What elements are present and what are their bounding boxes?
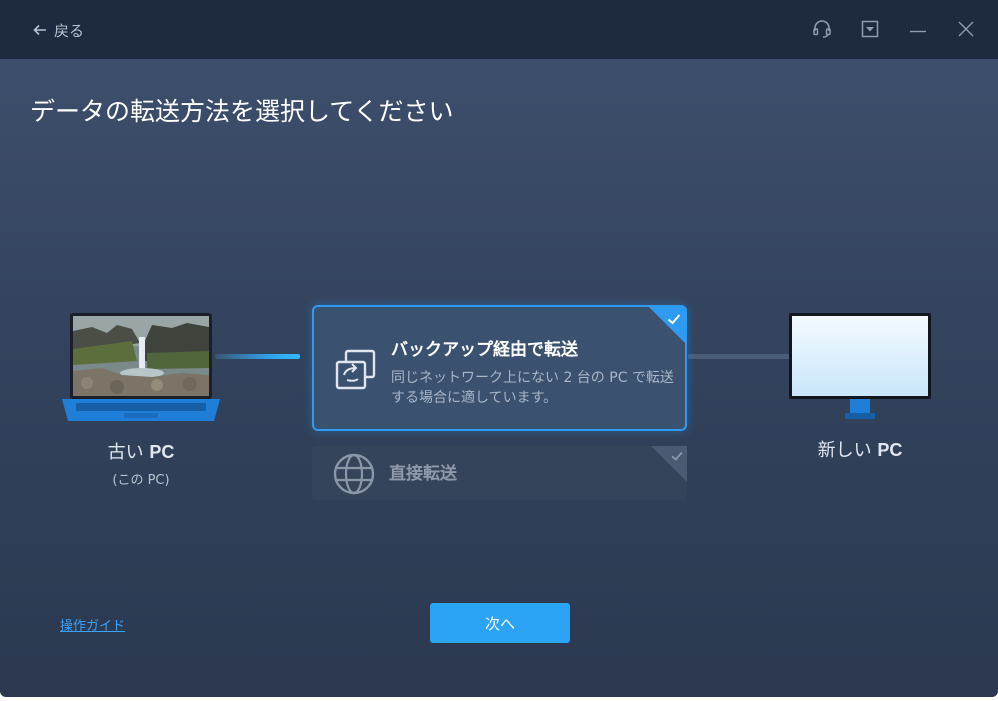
old-pc-sub: (この PC): [112, 473, 170, 488]
monitor-icon: [789, 313, 931, 419]
close-icon[interactable]: [955, 18, 977, 40]
dropdown-box-icon[interactable]: [859, 18, 881, 40]
back-label: 戻る: [54, 21, 85, 40]
title-bar: 戻る: [0, 0, 998, 59]
next-button[interactable]: 次へ: [430, 603, 570, 643]
minimize-icon[interactable]: [907, 18, 929, 40]
new-pc-label-prefix: 新しい: [817, 440, 872, 461]
laptop-icon: [62, 313, 220, 421]
old-pc-label-prefix: 古い: [107, 442, 144, 463]
back-button[interactable]: 戻る: [32, 19, 84, 41]
new-pc-label: 新しい PC: [789, 436, 931, 462]
option-backup-transfer[interactable]: バックアップ経由で転送 同じネットワーク上にない 2 台の PC で転送する場合…: [312, 305, 687, 431]
user-guide-link[interactable]: 操作ガイド: [60, 615, 125, 634]
option-direct-transfer[interactable]: 直接転送: [312, 446, 687, 500]
arrow-left-icon: [33, 24, 46, 36]
option-backup-desc: 同じネットワーク上にない 2 台の PC で転送する場合に適しています。: [391, 370, 674, 406]
app-window: 戻る データの転送方法を選択してください 古い PC (この PC) 新しい P…: [0, 0, 998, 697]
old-pc-label-pc: PC: [149, 442, 175, 462]
connector-left: [215, 354, 300, 359]
page-title: データの転送方法を選択してください: [30, 97, 454, 126]
backup-transfer-icon: [335, 349, 376, 390]
connector-right: [688, 354, 792, 359]
new-pc-label-pc: PC: [877, 440, 903, 460]
old-pc-label: 古い PC: [62, 438, 220, 464]
option-backup-title: バックアップ経由で転送: [391, 340, 578, 360]
option-direct-title: 直接転送: [389, 464, 457, 484]
globe-icon: [333, 453, 375, 495]
checkmark-icon: [667, 314, 681, 325]
headset-icon[interactable]: [811, 18, 833, 40]
checkmark-icon: [671, 451, 683, 461]
